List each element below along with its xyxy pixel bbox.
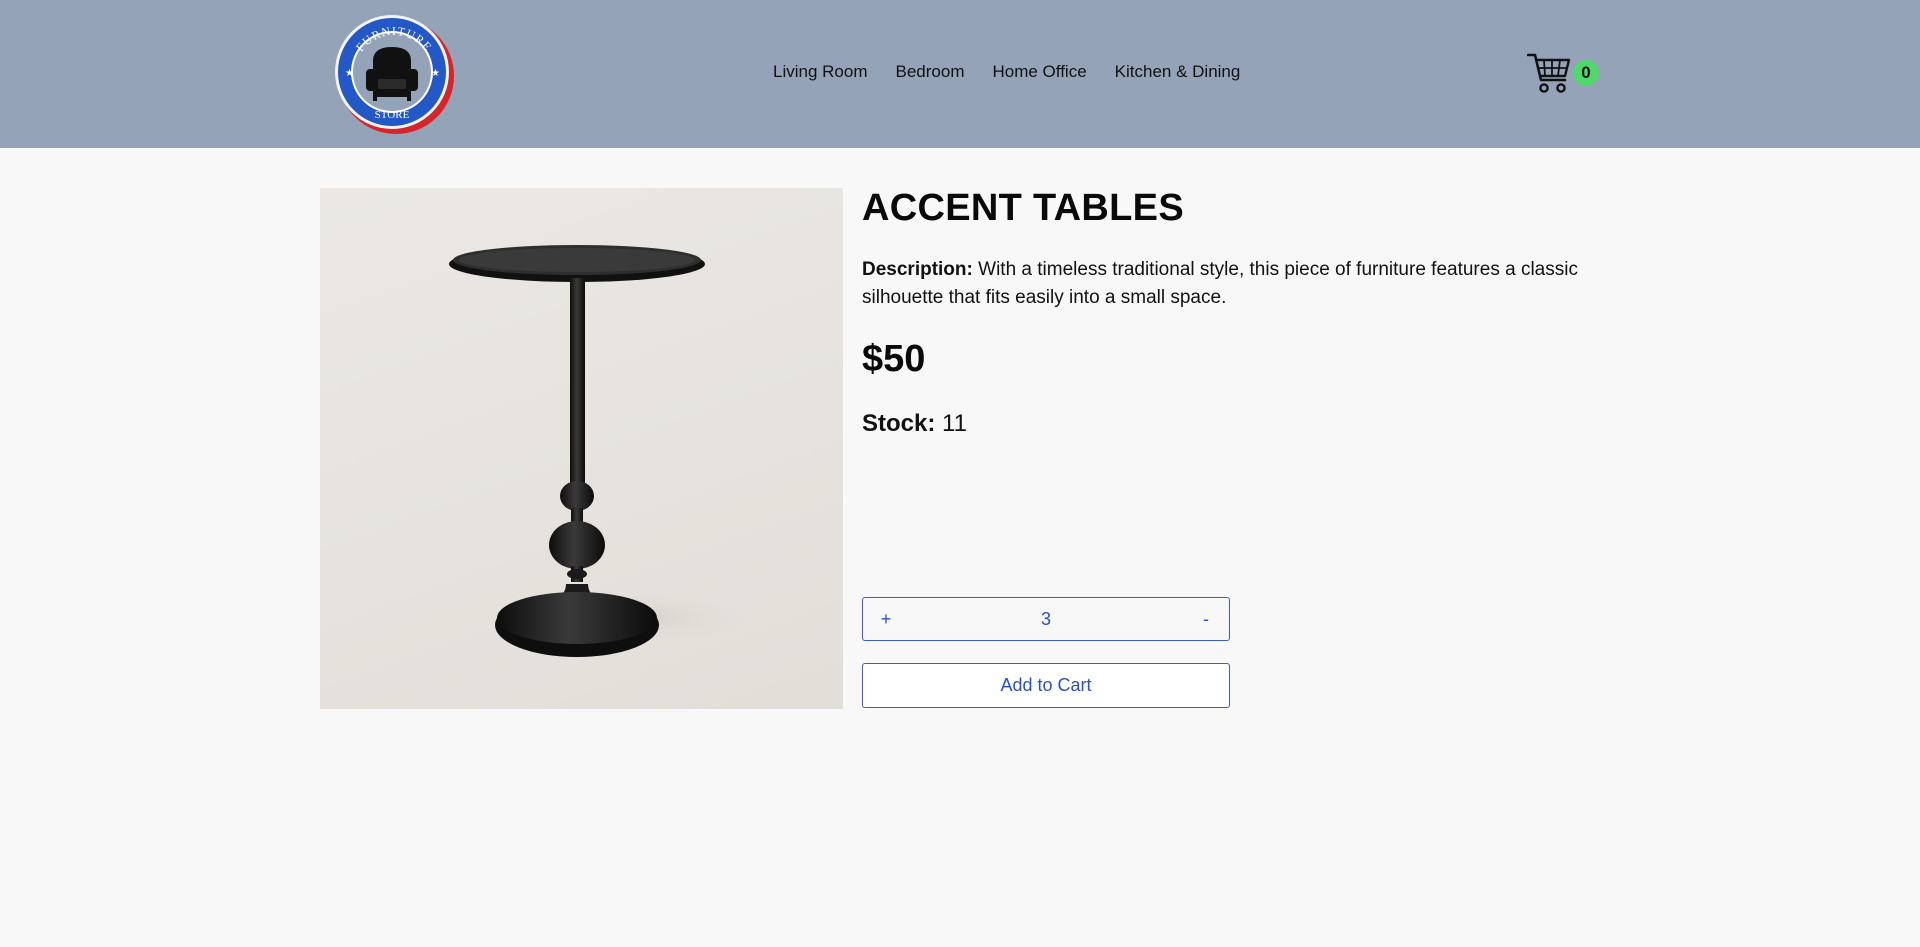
shopping-cart-icon[interactable]	[1527, 52, 1571, 94]
logo-bottom-text: STORE	[375, 109, 410, 121]
quantity-stepper: + 3 -	[862, 597, 1230, 641]
store-logo[interactable]: FURNITURE STORE ★ ★	[333, 13, 455, 135]
quantity-value: 3	[1040, 608, 1051, 629]
stock-label: Stock:	[862, 410, 936, 437]
quantity-increment-button[interactable]: +	[863, 609, 909, 630]
svg-text:★: ★	[431, 68, 440, 79]
product-title: ACCENT TABLES	[862, 187, 1184, 229]
description-label: Description:	[862, 259, 973, 280]
nav-home-office[interactable]: Home Office	[992, 62, 1086, 82]
product-image	[320, 188, 843, 709]
product-price: $50	[862, 338, 926, 380]
svg-text:★: ★	[345, 68, 354, 79]
nav-bedroom[interactable]: Bedroom	[896, 62, 965, 82]
add-to-cart-button[interactable]: Add to Cart	[862, 663, 1230, 708]
product-stock: Stock: 11	[862, 410, 967, 438]
product-description: Description: With a timeless traditional…	[862, 256, 1582, 312]
cart-count-badge: 0	[1573, 60, 1599, 86]
nav-living-room[interactable]: Living Room	[773, 62, 868, 82]
quantity-decrement-button[interactable]: -	[1183, 609, 1229, 630]
stock-value: 11	[942, 410, 967, 437]
nav-kitchen-dining[interactable]: Kitchen & Dining	[1115, 62, 1241, 82]
main-nav: Living Room Bedroom Home Office Kitchen …	[773, 62, 1240, 82]
accent-table-image	[449, 245, 770, 657]
site-header: FURNITURE STORE ★ ★ Living Room Bedroom …	[0, 0, 1920, 148]
